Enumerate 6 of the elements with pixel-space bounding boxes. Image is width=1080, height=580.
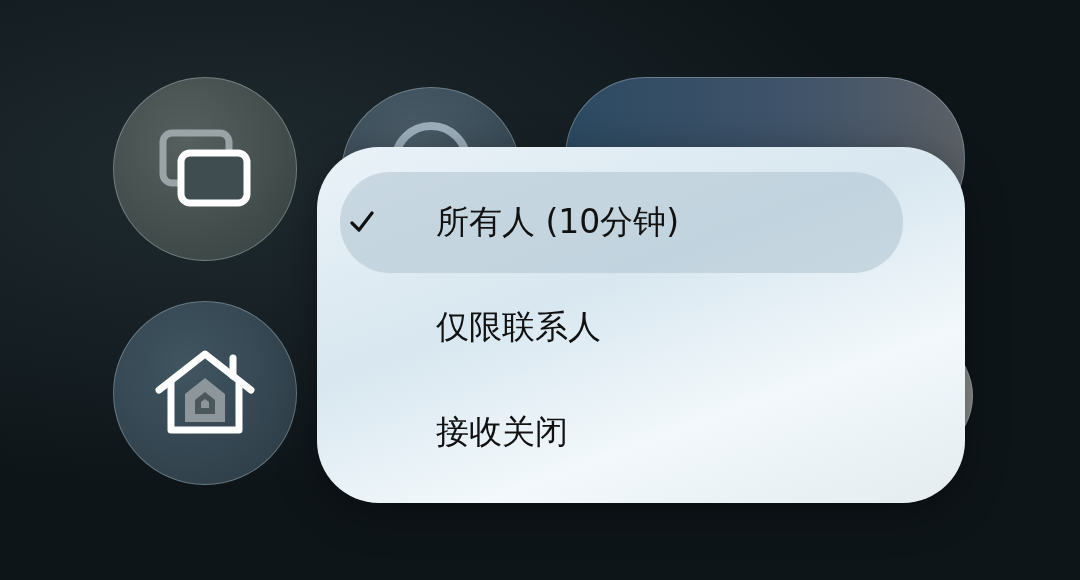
home-icon <box>155 350 255 436</box>
checkmark-icon <box>350 211 374 233</box>
menu-item[interactable]: 仅限联系人 <box>340 277 903 378</box>
menu-item[interactable]: 所有人 (10分钟) <box>340 172 903 273</box>
menu-item[interactable]: 接收关闭 <box>340 382 903 483</box>
screen-mirroring-icon <box>159 129 251 209</box>
